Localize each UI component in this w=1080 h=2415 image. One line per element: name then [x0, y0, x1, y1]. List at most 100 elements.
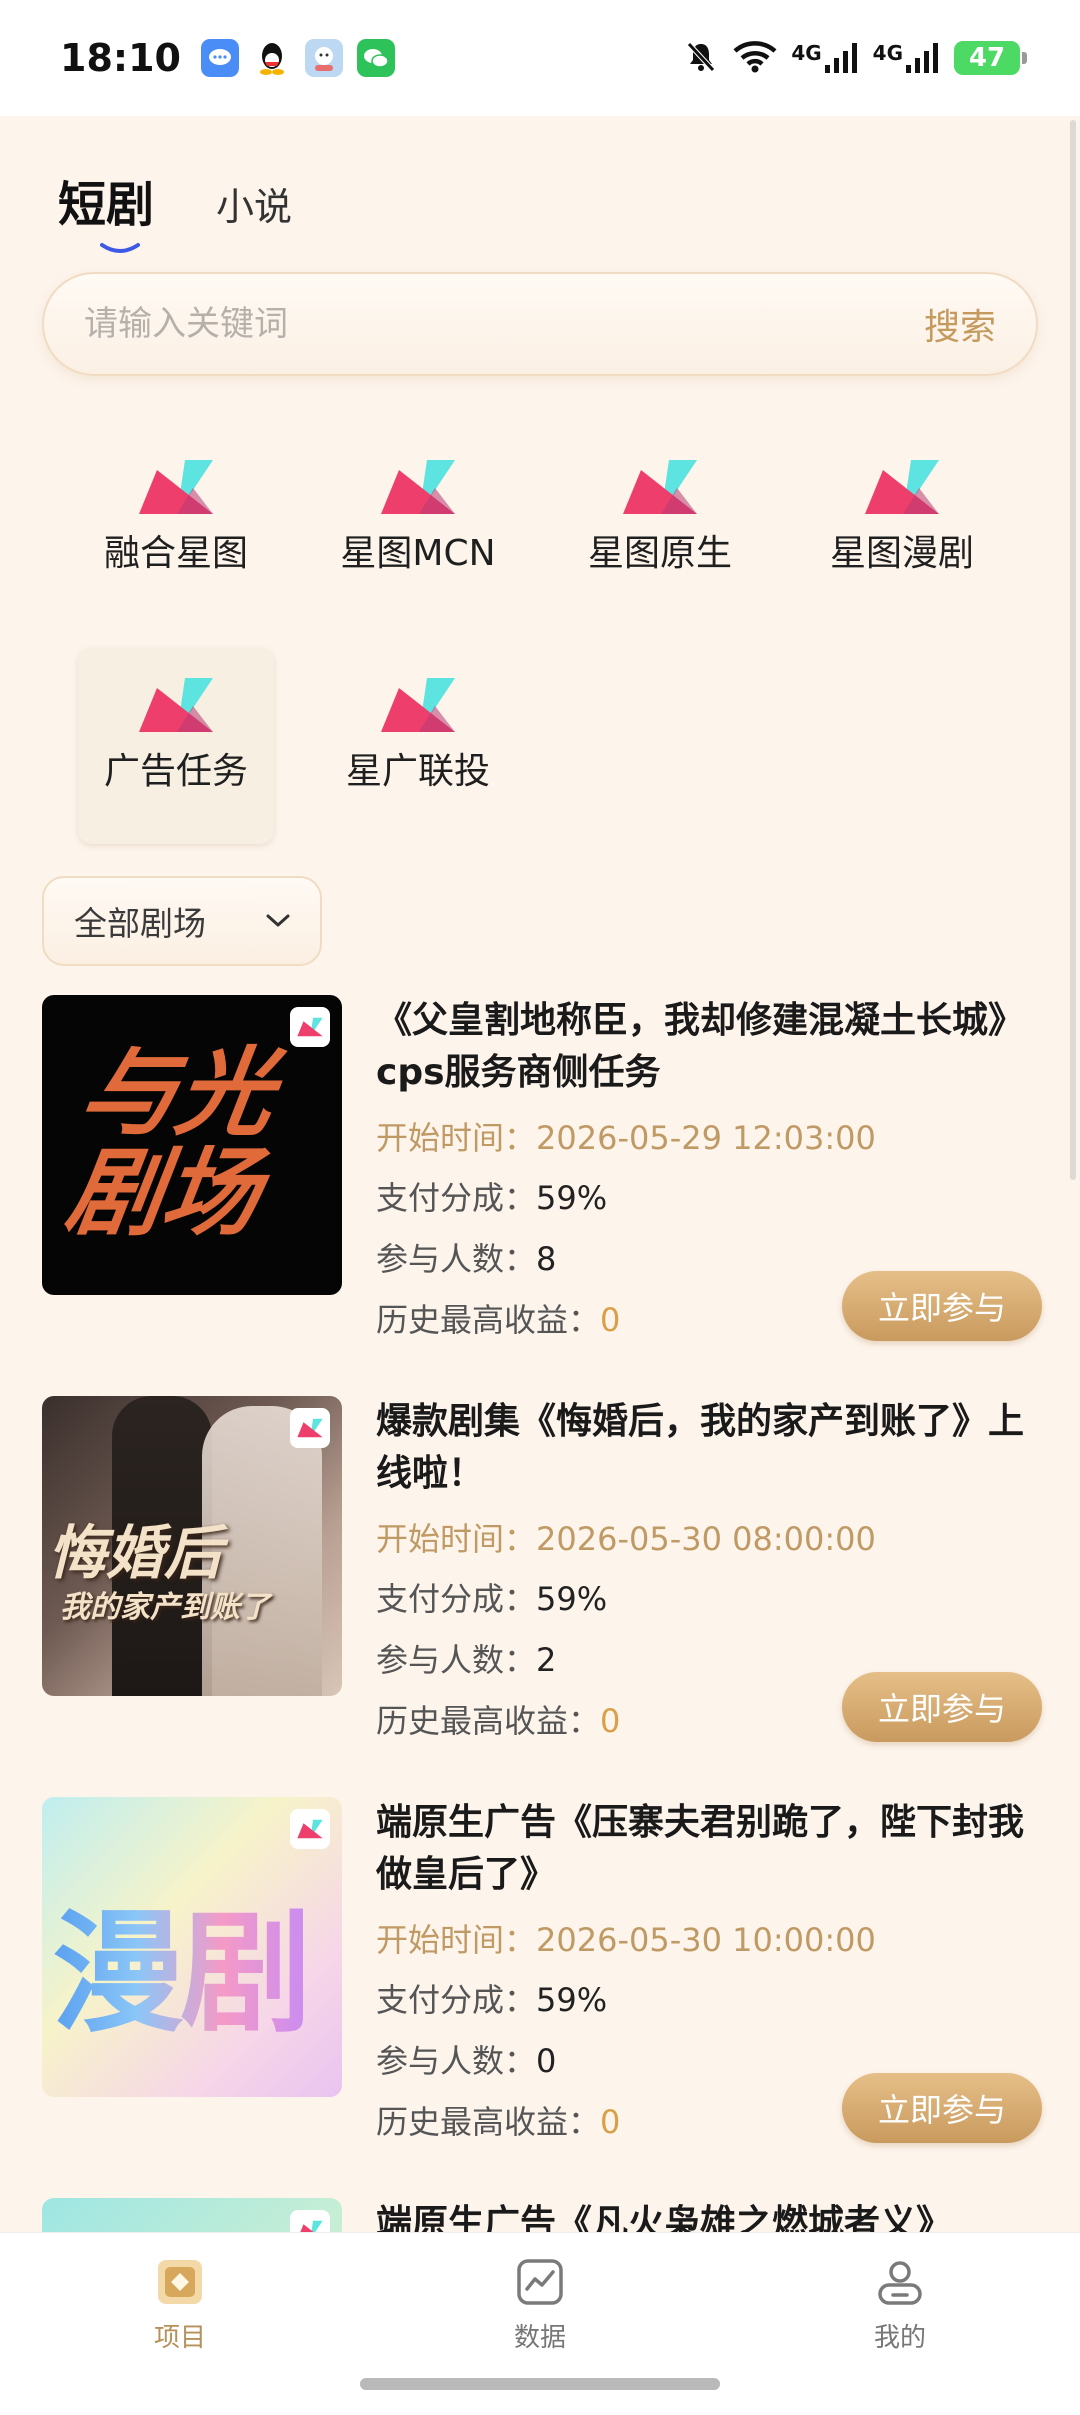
list-item[interactable]: 漫剧 端原生广告《压寨夫君别跪了，陛下封我做皇后了》 开始时间：2026-05-…	[42, 1797, 1042, 2143]
network-type: 4G	[872, 41, 903, 65]
home-indicator[interactable]	[360, 2378, 720, 2390]
category-label: 融合星图	[103, 533, 248, 574]
meta-value: 2026-05-30 08:00:00	[536, 1520, 876, 1558]
search-input[interactable]	[84, 304, 784, 344]
tab-novel[interactable]: 小说	[216, 176, 292, 235]
meta-label: 支付分成：	[376, 1580, 537, 1618]
app-icon	[304, 39, 343, 77]
wifi-icon	[733, 39, 777, 77]
payment-share: 支付分成：59%	[376, 1975, 607, 2021]
meta-value: 59%	[536, 1981, 608, 2019]
start-time: 开始时间：2026-05-30 10:00:00	[376, 1915, 876, 1961]
item-thumbnail: 悔婚后 我的家产到账了	[42, 1396, 342, 1696]
thumb-text: 我的家产到账了	[60, 1590, 270, 1625]
battery-icon: 47	[954, 41, 1027, 75]
join-button[interactable]: 立即参与	[842, 1672, 1042, 1742]
nav-profile[interactable]: 我的	[820, 2257, 980, 2354]
item-title: 《父皇割地称臣，我却修建混凝土长城》cps服务商侧任务	[376, 1000, 1025, 1093]
meta-label: 历史最高收益：	[376, 1301, 601, 1339]
participants: 参与人数：2	[376, 1635, 556, 1681]
signal-icon: 4G	[791, 43, 858, 73]
search-button[interactable]: 搜索	[924, 298, 996, 350]
category-fusion-xingtu[interactable]: 融合星图	[78, 430, 274, 626]
thumb-text: 剧场	[59, 1137, 267, 1249]
meta-label: 支付分成：	[376, 1179, 537, 1217]
battery-level: 47	[968, 43, 1006, 73]
signal-icon: 4G	[873, 43, 940, 73]
max-earnings: 历史最高收益：0	[376, 1696, 620, 1742]
meta-label: 参与人数：	[376, 1240, 537, 1278]
meta-label: 参与人数：	[376, 2042, 537, 2080]
tab-label: 小说	[216, 185, 293, 229]
wechat-icon	[356, 39, 395, 77]
xingtu-logo-icon	[139, 678, 213, 732]
start-time: 开始时间：2026-05-30 08:00:00	[376, 1514, 876, 1560]
tab-short-drama[interactable]: 短剧	[58, 165, 155, 253]
dropdown-value: 全部剧场	[74, 904, 206, 943]
meta-value: 0	[600, 1702, 621, 1740]
list-item[interactable]: 与光 剧场 《父皇割地称臣，我却修建混凝土长城》cps服务商侧任务 开始时间：2…	[42, 995, 1042, 1341]
tab-label: 短剧	[58, 177, 155, 233]
scrollbar[interactable]	[1070, 120, 1076, 1180]
category-xingtu-mcn[interactable]: 星图MCN	[320, 430, 516, 626]
chart-icon	[517, 2259, 563, 2305]
start-time: 开始时间：2026-05-29 12:03:00	[376, 1113, 876, 1159]
category-xingguang-joint[interactable]: 星广联投	[320, 648, 516, 844]
item-title: 端原生广告《凡火枭雄之燃城者义》	[376, 2203, 953, 2232]
nav-label: 项目	[153, 2323, 206, 2353]
nav-data[interactable]: 数据	[460, 2257, 620, 2354]
join-button[interactable]: 立即参与	[842, 2073, 1042, 2143]
xingtu-logo-icon	[381, 678, 455, 732]
xingtu-logo-icon	[381, 460, 455, 514]
thumb-text: 悔婚后	[48, 1519, 223, 1587]
item-thumbnail	[42, 2198, 342, 2232]
meta-value: 0	[536, 2042, 557, 2080]
theater-filter-dropdown[interactable]: 全部剧场	[42, 876, 322, 966]
max-earnings: 历史最高收益：0	[376, 2097, 620, 2143]
message-icon	[200, 39, 239, 77]
max-earnings: 历史最高收益：0	[376, 1295, 620, 1341]
meta-value: 8	[536, 1240, 557, 1278]
payment-share: 支付分成：59%	[376, 1173, 607, 1219]
meta-label: 开始时间：	[376, 1119, 537, 1157]
meta-label: 开始时间：	[376, 1921, 537, 1959]
item-thumbnail: 漫剧	[42, 1797, 342, 2097]
category-ad-task[interactable]: 广告任务	[78, 648, 274, 844]
join-button[interactable]: 立即参与	[842, 1271, 1042, 1341]
xingtu-logo-icon	[139, 460, 213, 514]
meta-label: 支付分成：	[376, 1981, 537, 2019]
participants: 参与人数：8	[376, 1234, 556, 1280]
xingtu-badge-icon	[290, 2210, 330, 2232]
payment-share: 支付分成：59%	[376, 1574, 607, 1620]
category-xingtu-native[interactable]: 星图原生	[562, 430, 758, 626]
xingtu-badge-icon	[290, 1408, 330, 1448]
profile-icon	[878, 2261, 922, 2305]
thumb-text: 与光	[73, 1037, 281, 1149]
meta-value: 59%	[536, 1580, 608, 1618]
participants: 参与人数：0	[376, 2036, 556, 2082]
tab-underline	[100, 243, 140, 253]
xingtu-badge-icon	[290, 1809, 330, 1849]
status-bar: 18:10 4G 4G 47	[0, 0, 1080, 116]
meta-label: 参与人数：	[376, 1641, 537, 1679]
list-item[interactable]: 端原生广告《凡火枭雄之燃城者义》	[42, 2198, 1042, 2232]
chevron-down-icon	[266, 914, 290, 927]
category-label: 星广联投	[345, 751, 490, 792]
xingtu-badge-icon	[290, 1007, 330, 1047]
nav-project[interactable]: 项目	[100, 2257, 260, 2354]
meta-value: 0	[600, 1301, 621, 1339]
nav-label: 我的	[873, 2323, 926, 2353]
category-label: 星图漫剧	[829, 533, 974, 574]
search-bar: 搜索	[42, 272, 1038, 376]
meta-value: 2	[536, 1641, 557, 1679]
status-bar-left: 18:10	[60, 36, 395, 80]
project-icon	[158, 2260, 202, 2304]
category-label: 星图MCN	[340, 533, 496, 574]
xingtu-logo-icon	[865, 460, 939, 514]
category-xingtu-comic[interactable]: 星图漫剧	[804, 430, 1000, 626]
meta-value: 2026-05-30 10:00:00	[536, 1921, 876, 1959]
item-title: 爆款剧集《悔婚后，我的家产到账了》上线啦！	[376, 1401, 1025, 1494]
list-item[interactable]: 悔婚后 我的家产到账了 爆款剧集《悔婚后，我的家产到账了》上线啦！ 开始时间：2…	[42, 1396, 1042, 1742]
item-title: 端原生广告《压寨夫君别跪了，陛下封我做皇后了》	[376, 1802, 1025, 1895]
xingtu-logo-icon	[623, 460, 697, 514]
